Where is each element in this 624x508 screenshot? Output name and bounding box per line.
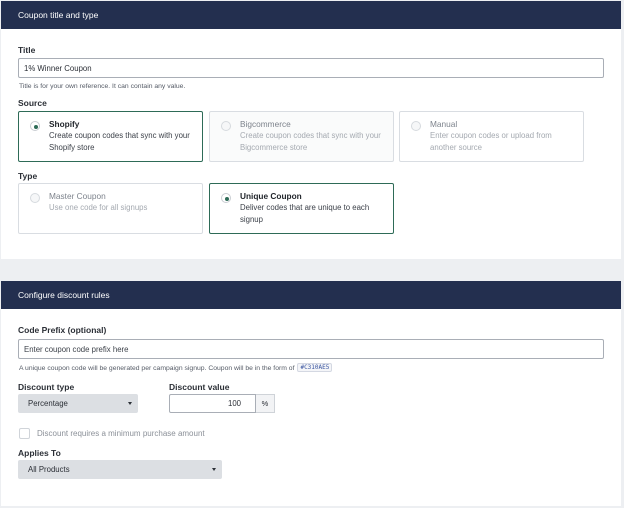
min-purchase-label: Discount requires a minimum purchase amo… <box>37 429 205 438</box>
min-purchase-checkbox[interactable] <box>19 428 30 439</box>
source-title-bigcommerce: Bigcommerce <box>240 119 291 129</box>
radio-manual[interactable] <box>411 121 421 131</box>
chevron-down-icon <box>128 402 132 405</box>
discount-value-label: Discount value <box>169 382 230 392</box>
radio-bigcommerce[interactable] <box>221 121 231 131</box>
source-title-shopify: Shopify <box>49 119 80 129</box>
code-prefix-example: #C310AE5 <box>297 363 333 372</box>
discount-value-input[interactable] <box>169 394 256 413</box>
title-label: Title <box>18 45 36 55</box>
source-desc-shopify: Create coupon codes that sync with your … <box>49 131 190 152</box>
panel-header-coupon: Coupon title and type <box>1 1 621 29</box>
title-input[interactable] <box>18 58 604 78</box>
discount-rules-panel: Configure discount rules Code Prefix (op… <box>1 281 621 506</box>
panel-title-discount: Configure discount rules <box>18 290 110 300</box>
source-option-bigcommerce[interactable]: Bigcommerce Create coupon codes that syn… <box>209 111 394 162</box>
panel-title-coupon: Coupon title and type <box>18 10 99 20</box>
type-desc-master: Use one code for all signups <box>49 203 148 212</box>
code-prefix-help-text: A unique coupon code will be generated p… <box>19 365 295 372</box>
type-desc-unique: Deliver codes that are unique to each si… <box>240 203 370 224</box>
percent-addon: % <box>256 394 275 413</box>
discount-type-select[interactable]: Percentage <box>18 394 138 413</box>
radio-master-coupon[interactable] <box>30 193 40 203</box>
radio-unique-coupon[interactable] <box>221 193 231 203</box>
source-option-manual[interactable]: Manual Enter coupon codes or upload from… <box>399 111 584 162</box>
chevron-down-icon <box>212 468 216 471</box>
discount-type-value: Percentage <box>28 399 68 408</box>
radio-shopify[interactable] <box>30 121 40 131</box>
coupon-title-type-panel: Coupon title and type Title Title is for… <box>1 1 621 259</box>
source-option-shopify[interactable]: Shopify Create coupon codes that sync wi… <box>18 111 203 162</box>
source-title-manual: Manual <box>430 119 458 129</box>
source-label: Source <box>18 98 47 108</box>
type-option-unique[interactable]: Unique Coupon Deliver codes that are uni… <box>209 183 394 234</box>
applies-to-label: Applies To <box>18 448 61 458</box>
applies-to-select[interactable]: All Products <box>18 460 222 479</box>
panel-header-discount: Configure discount rules <box>1 281 621 309</box>
applies-to-value: All Products <box>28 465 70 474</box>
code-prefix-label: Code Prefix (optional) <box>18 325 107 335</box>
source-desc-bigcommerce: Create coupon codes that sync with your … <box>240 131 381 152</box>
code-prefix-input[interactable] <box>18 339 604 359</box>
source-desc-manual: Enter coupon codes or upload from anothe… <box>430 131 552 152</box>
title-help-text: Title is for your own reference. It can … <box>19 83 186 90</box>
type-option-master[interactable]: Master Coupon Use one code for all signu… <box>18 183 203 234</box>
type-title-master: Master Coupon <box>49 191 106 201</box>
discount-type-label: Discount type <box>18 382 75 392</box>
code-prefix-help: A unique coupon code will be generated p… <box>19 363 333 372</box>
type-title-unique: Unique Coupon <box>240 191 302 201</box>
type-label: Type <box>18 171 38 181</box>
